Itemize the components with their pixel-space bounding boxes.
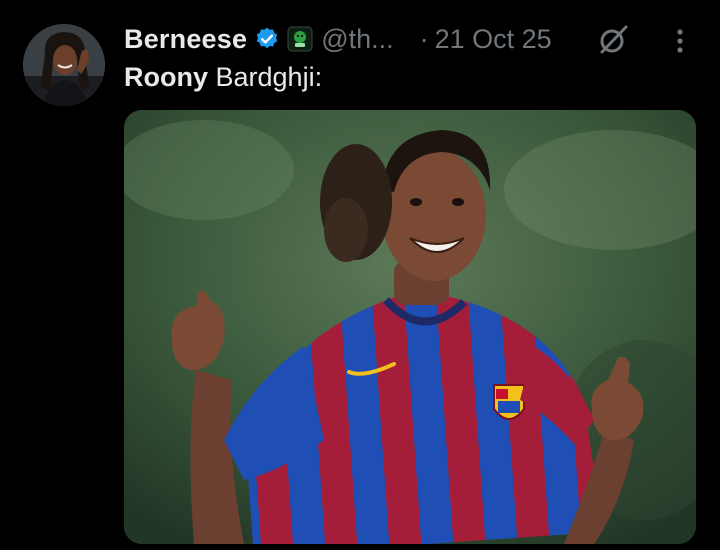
more-options-icon[interactable] [670, 26, 690, 56]
author-handle[interactable]: @th... [321, 24, 393, 55]
footballer-photo-icon [124, 110, 696, 544]
tweet-text-bold: Roony [124, 62, 208, 92]
grok-icon[interactable] [597, 24, 629, 56]
avatar-photo-icon [23, 24, 105, 106]
tweet-text-rest: Bardghji: [208, 62, 323, 92]
tweet-header: Berneese @th... · 21 Oct 25 [124, 20, 552, 58]
verified-badge-icon[interactable] [254, 26, 280, 52]
tweet-timestamp[interactable]: 21 Oct 25 [435, 24, 552, 55]
tweet-media[interactable] [124, 110, 696, 544]
tweet-text: Roony Bardghji: [124, 62, 322, 93]
affiliation-badge-icon[interactable] [287, 26, 313, 52]
separator-dot: · [419, 23, 429, 54]
avatar[interactable] [23, 24, 105, 106]
author-display-name[interactable]: Berneese [124, 24, 247, 55]
